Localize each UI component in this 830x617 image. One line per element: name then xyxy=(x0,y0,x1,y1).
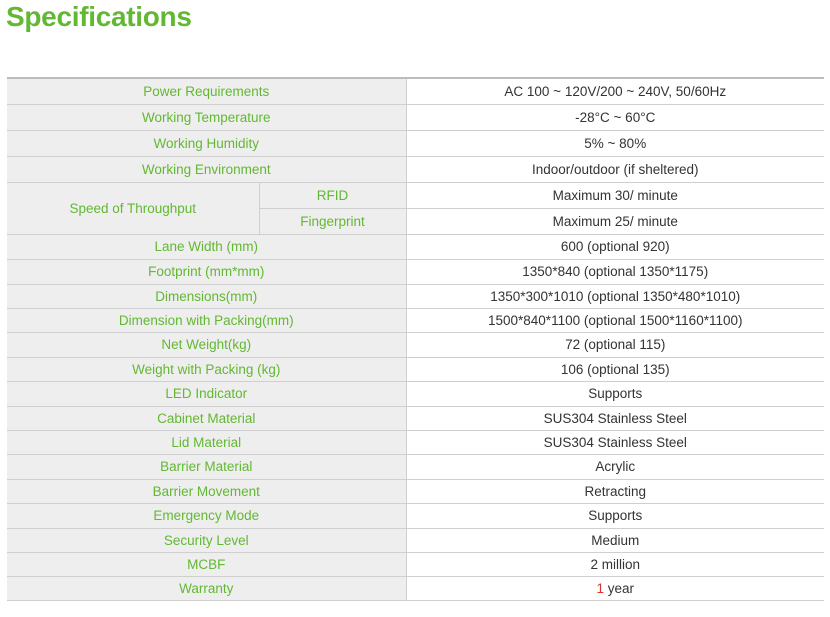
spec-value: SUS304 Stainless Steel xyxy=(405,406,824,431)
spec-label: Cabinet Material xyxy=(7,406,406,431)
table-row: Lane Width (mm) 600 (optional 920) xyxy=(7,234,824,260)
spec-value: 1350*300*1010 (optional 1350*480*1010) xyxy=(405,284,824,309)
table-row: Emergency Mode Supports xyxy=(7,503,824,529)
spec-label: Barrier Movement xyxy=(7,479,406,504)
spec-label: Net Weight(kg) xyxy=(7,332,406,358)
table-row: Working Environment Indoor/outdoor (if s… xyxy=(7,156,824,183)
table-row: Barrier Material Acrylic xyxy=(7,454,824,480)
spec-label: LED Indicator xyxy=(7,381,406,407)
spec-label: Barrier Material xyxy=(7,454,406,480)
table-row: Cabinet Material SUS304 Stainless Steel xyxy=(7,406,824,431)
spec-label: Lid Material xyxy=(7,430,406,455)
spec-label: Emergency Mode xyxy=(7,503,406,529)
spec-label: Working Environment xyxy=(7,156,406,183)
table-row: Security Level Medium xyxy=(7,528,824,553)
spec-value: Medium xyxy=(405,528,824,553)
table-row: Power Requirements AC 100 ~ 120V/200 ~ 2… xyxy=(7,77,824,105)
spec-label: MCBF xyxy=(7,552,406,577)
spec-label: Working Temperature xyxy=(7,104,406,131)
spec-label: Weight with Packing (kg) xyxy=(7,357,406,382)
spec-label: Lane Width (mm) xyxy=(7,234,406,260)
spec-value: Indoor/outdoor (if sheltered) xyxy=(405,156,824,183)
specifications-table: Power Requirements AC 100 ~ 120V/200 ~ 2… xyxy=(7,77,824,601)
table-row: Dimensions(mm) 1350*300*1010 (optional 1… xyxy=(7,284,824,309)
warranty-label: Warranty xyxy=(7,576,406,601)
spec-value: Acrylic xyxy=(405,454,824,480)
spec-value: 1350*840 (optional 1350*1175) xyxy=(405,259,824,285)
page-title: Specifications xyxy=(6,1,192,32)
warranty-unit: year xyxy=(604,580,635,596)
warranty-value: 1 year xyxy=(405,576,824,601)
fingerprint-value: Maximum 25/ minute xyxy=(405,208,824,235)
warranty-number: 1 xyxy=(596,580,604,596)
spec-value: Retracting xyxy=(405,479,824,504)
spec-value: 106 (optional 135) xyxy=(405,357,824,382)
spec-label: Security Level xyxy=(7,528,406,553)
spec-label: Footprint (mm*mm) xyxy=(7,259,406,285)
table-row: LED Indicator Supports xyxy=(7,381,824,407)
spec-value: -28°C ~ 60°C xyxy=(405,104,824,131)
spec-label: Dimensions(mm) xyxy=(7,284,406,309)
spec-label: Dimension with Packing(mm) xyxy=(7,308,406,333)
table-row: Weight with Packing (kg) 106 (optional 1… xyxy=(7,357,824,382)
table-row: Speed of Throughput RFID Maximum 30/ min… xyxy=(7,182,824,235)
spec-value: 1500*840*1100 (optional 1500*1160*1100) xyxy=(405,308,824,333)
table-row: MCBF 2 million xyxy=(7,552,824,577)
spec-value: SUS304 Stainless Steel xyxy=(405,430,824,455)
table-row: Barrier Movement Retracting xyxy=(7,479,824,504)
rfid-label: RFID xyxy=(258,182,406,209)
rfid-value: Maximum 30/ minute xyxy=(405,182,824,209)
spec-value: AC 100 ~ 120V/200 ~ 240V, 50/60Hz xyxy=(405,77,824,105)
table-row: Working Humidity 5% ~ 80% xyxy=(7,130,824,157)
table-row: Warranty 1 year xyxy=(7,576,824,601)
spec-value: 2 million xyxy=(405,552,824,577)
spec-label: Power Requirements xyxy=(7,77,406,105)
spec-value: 72 (optional 115) xyxy=(405,332,824,358)
spec-value: 600 (optional 920) xyxy=(405,234,824,260)
table-row: Working Temperature -28°C ~ 60°C xyxy=(7,104,824,131)
table-row: Footprint (mm*mm) 1350*840 (optional 135… xyxy=(7,259,824,285)
table-row: Dimension with Packing(mm) 1500*840*1100… xyxy=(7,308,824,333)
spec-value: Supports xyxy=(405,503,824,529)
spec-value: 5% ~ 80% xyxy=(405,130,824,157)
table-row: Lid Material SUS304 Stainless Steel xyxy=(7,430,824,455)
fingerprint-label: Fingerprint xyxy=(258,208,406,235)
spec-label: Working Humidity xyxy=(7,130,406,157)
throughput-label: Speed of Throughput xyxy=(7,182,259,235)
spec-value: Supports xyxy=(405,381,824,407)
table-row: Net Weight(kg) 72 (optional 115) xyxy=(7,332,824,358)
